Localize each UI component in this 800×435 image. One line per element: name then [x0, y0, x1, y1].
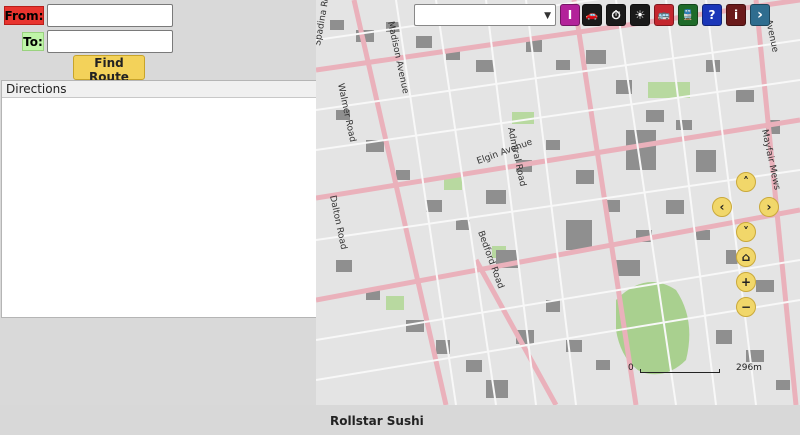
- chevron-down-icon: ▼: [544, 11, 551, 21]
- pan-down-button[interactable]: ˅: [736, 222, 756, 242]
- car-button[interactable]: 🚗: [582, 4, 602, 26]
- info-icon: i: [733, 8, 739, 22]
- from-field[interactable]: [47, 4, 173, 27]
- scale-bar: [640, 369, 720, 373]
- pan-right-button[interactable]: ›: [759, 197, 779, 217]
- scale-start: 0: [628, 363, 634, 373]
- status-bar: Rollstar Sushi: [0, 405, 800, 435]
- to-label: To:: [22, 32, 44, 51]
- sun-button[interactable]: ☀: [630, 4, 650, 26]
- bus-icon: 🚌: [657, 9, 671, 21]
- directions-panel: Directions: [1, 80, 317, 318]
- train-button[interactable]: 🚆: [678, 4, 698, 26]
- chevron-right-icon: ›: [757, 7, 763, 23]
- bus-button[interactable]: 🚌: [654, 4, 674, 26]
- clock-button[interactable]: ⏱: [606, 4, 626, 26]
- clock-icon: ⏱: [611, 7, 621, 22]
- chevron-left-icon: ‹: [719, 200, 725, 214]
- chevron-up-icon: ˄: [743, 175, 749, 189]
- text-cursor-button[interactable]: I: [560, 4, 580, 26]
- find-route-button[interactable]: Find Route: [73, 55, 145, 84]
- train-icon: 🚆: [681, 9, 695, 21]
- chevron-right-icon: ›: [766, 200, 772, 214]
- map-layer-select[interactable]: ▼: [414, 4, 556, 26]
- plus-icon: +: [740, 275, 752, 289]
- sun-icon: ☀: [634, 8, 646, 22]
- scale-end: 296m: [736, 363, 762, 373]
- minus-icon: −: [740, 300, 752, 314]
- home-button[interactable]: ⌂: [736, 247, 756, 267]
- directions-header: Directions: [2, 81, 316, 98]
- home-icon: ⌂: [741, 250, 751, 264]
- expand-button[interactable]: ›: [750, 4, 770, 26]
- to-field[interactable]: [47, 30, 173, 53]
- car-icon: 🚗: [585, 9, 599, 21]
- status-text: Rollstar Sushi: [330, 414, 424, 428]
- pan-left-button[interactable]: ‹: [712, 197, 732, 217]
- pan-up-button[interactable]: ˄: [736, 172, 756, 192]
- info-button[interactable]: i: [726, 4, 746, 26]
- help-button[interactable]: ?: [702, 4, 722, 26]
- zoom-out-button[interactable]: −: [736, 297, 756, 317]
- from-label: From:: [4, 6, 44, 25]
- help-icon: ?: [708, 8, 716, 22]
- map-view[interactable]: Spadina Road Madison Avenue Walmer Road …: [316, 0, 800, 405]
- zoom-in-button[interactable]: +: [736, 272, 756, 292]
- chevron-down-icon: ˅: [743, 225, 749, 239]
- text-cursor-icon: I: [567, 8, 573, 22]
